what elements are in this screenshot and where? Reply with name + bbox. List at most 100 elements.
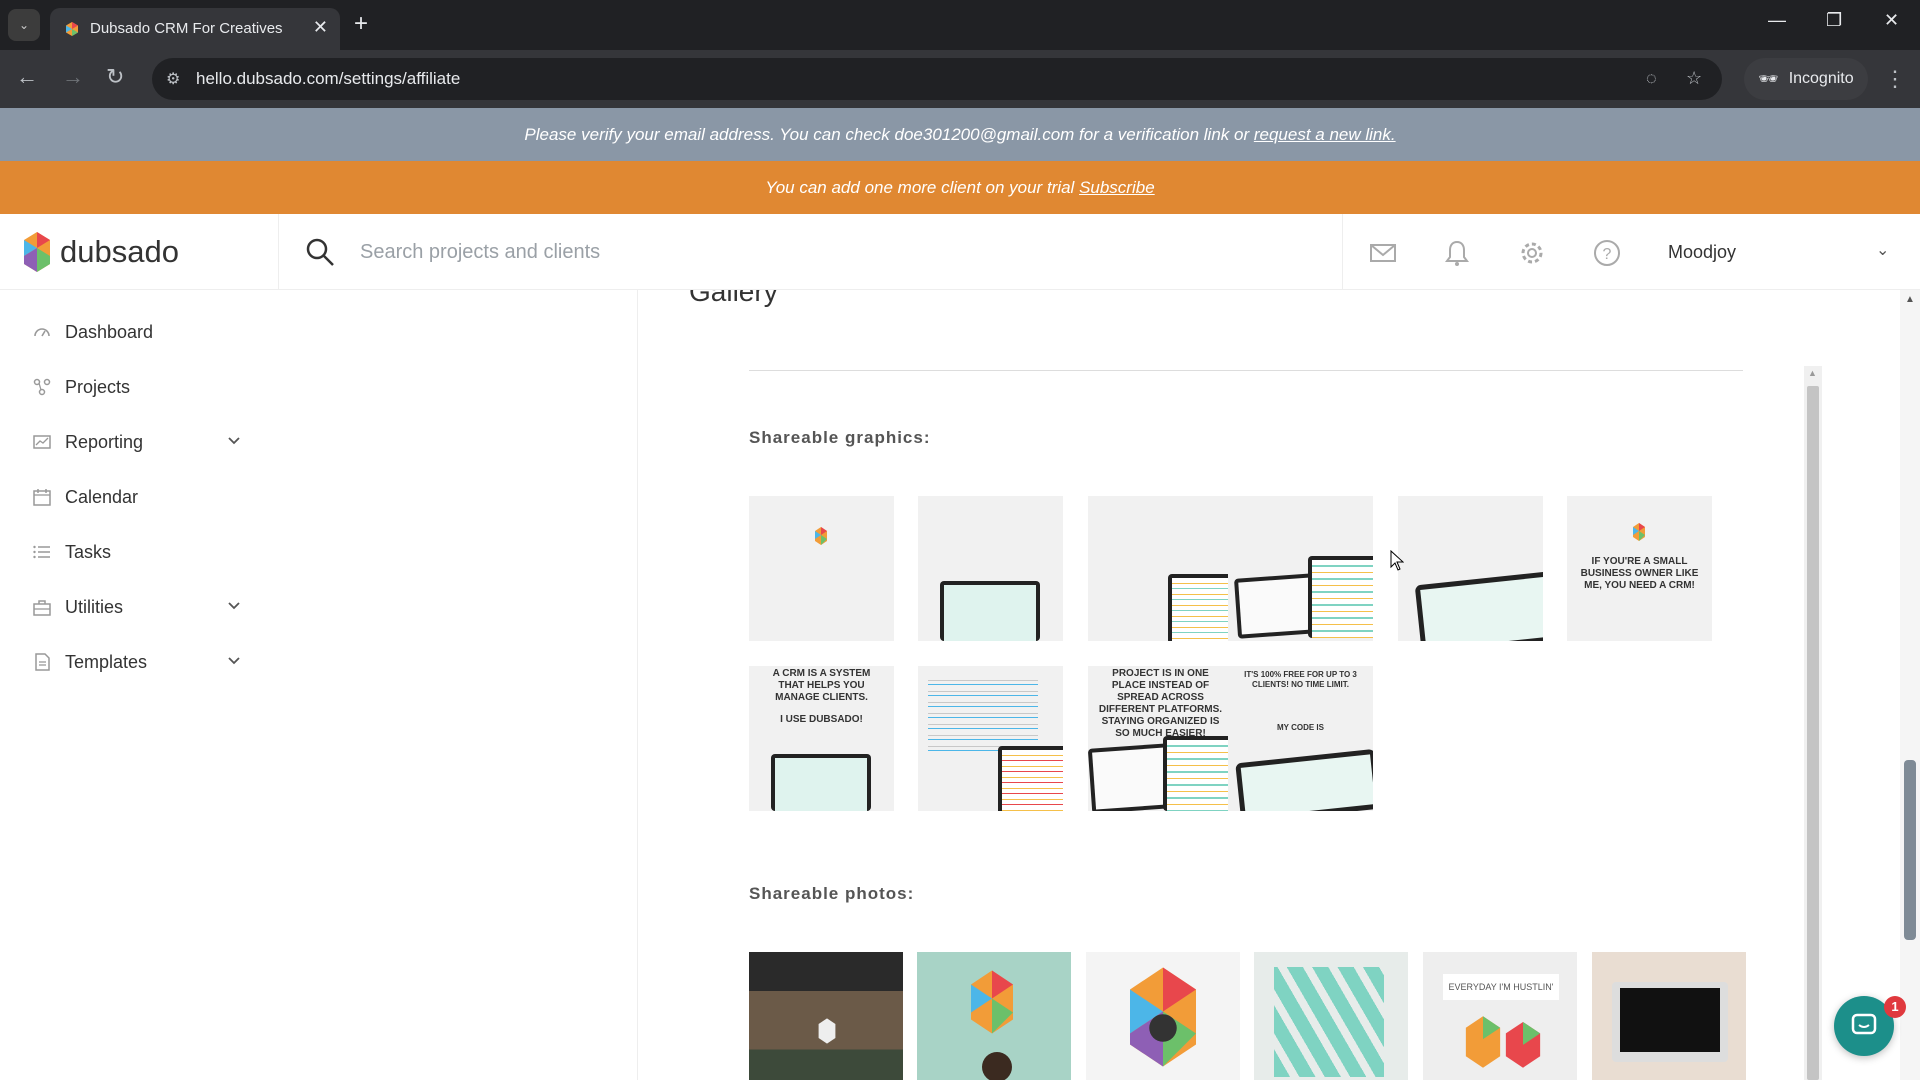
- laptop-image: [1612, 982, 1728, 1062]
- address-bar[interactable]: ⚙ hello.dubsado.com/settings/affiliate ◌…: [152, 58, 1722, 100]
- shareable-graphic-4[interactable]: [1228, 496, 1373, 641]
- shareable-photo-1[interactable]: [749, 952, 903, 1080]
- logo-text: dubsado: [60, 234, 179, 269]
- search-icon[interactable]: [304, 236, 336, 268]
- bookmark-star-icon[interactable]: ☆: [1686, 68, 1702, 89]
- eye-off-icon[interactable]: ◌: [1646, 68, 1657, 89]
- chat-icon: [1851, 1013, 1877, 1035]
- scroll-up-icon[interactable]: ▲: [1808, 368, 1817, 378]
- shareable-graphic-8[interactable]: [918, 666, 1063, 811]
- shareable-photo-2[interactable]: [917, 952, 1071, 1080]
- chevron-down-icon[interactable]: [226, 652, 242, 668]
- laptop-image: [771, 754, 871, 811]
- graphic-caption: IT'S 100% FREE FOR UP TO 3 CLIENTS! NO T…: [1244, 670, 1357, 689]
- user-menu-chevron-icon[interactable]: ⌄: [1876, 240, 1889, 260]
- user-name[interactable]: Moodjoy: [1668, 242, 1736, 263]
- sidebar-item-utilities[interactable]: Utilities: [32, 589, 242, 625]
- incognito-icon: 🕶: [1758, 71, 1779, 88]
- reporting-icon: [33, 435, 51, 449]
- sidebar: Dashboard Projects Reporting Calendar Ta…: [0, 290, 638, 1080]
- shareable-graphics-label: Shareable graphics:: [749, 428, 931, 447]
- verify-email-banner: Please verify your email address. You ca…: [0, 108, 1920, 161]
- shareable-photo-6[interactable]: [1592, 952, 1746, 1080]
- gallery-scrollbar[interactable]: ▲: [1804, 366, 1822, 1080]
- browser-tab[interactable]: Dubsado CRM For Creatives ✕: [50, 8, 340, 50]
- shareable-graphic-1[interactable]: [749, 496, 894, 641]
- dubsado-favicon-icon: [66, 22, 78, 36]
- restore-icon[interactable]: ❐: [1826, 10, 1842, 31]
- sidebar-item-label: Templates: [65, 651, 148, 672]
- dubsado-logo-icon: [1633, 523, 1645, 541]
- shareable-photos-label: Shareable photos:: [749, 884, 915, 903]
- tab-search-button[interactable]: ⌄: [8, 9, 40, 41]
- calendar-icon: [33, 489, 51, 506]
- scroll-up-icon[interactable]: ▲: [1905, 294, 1915, 305]
- bullet-text-graphic: [928, 674, 1038, 754]
- graphic-subcaption: I USE DUBSADO!: [780, 714, 863, 725]
- incognito-indicator[interactable]: 🕶 Incognito: [1744, 58, 1868, 100]
- shareable-photo-5[interactable]: EVERYDAY I'M HUSTLIN': [1423, 952, 1577, 1080]
- mail-icon[interactable]: [1368, 238, 1398, 268]
- url-text[interactable]: hello.dubsado.com/settings/affiliate: [196, 69, 460, 89]
- scroll-thumb[interactable]: [1807, 386, 1819, 1080]
- new-tab-button[interactable]: +: [354, 10, 368, 38]
- chevron-down-icon[interactable]: [226, 432, 242, 448]
- back-icon[interactable]: ←: [16, 65, 38, 89]
- laptop-image: [940, 581, 1040, 641]
- shareable-graphic-3[interactable]: [1088, 496, 1233, 641]
- dubsado-logo-icon: [971, 970, 1013, 1034]
- graphic-caption: IF YOU'RE A SMALL BUSINESS OWNER LIKE ME…: [1580, 556, 1699, 591]
- forward-icon[interactable]: →: [62, 65, 84, 89]
- window-close-icon[interactable]: ✕: [1884, 10, 1899, 31]
- svg-text:?: ?: [1603, 246, 1612, 263]
- page-scrollbar[interactable]: ▲: [1900, 290, 1920, 1080]
- templates-icon: [35, 653, 50, 671]
- tasks-icon: [33, 545, 50, 559]
- sidebar-item-projects[interactable]: Projects: [32, 369, 242, 405]
- mouse-cursor-icon: [1390, 550, 1404, 571]
- dubsado-logo-icon: [818, 1018, 836, 1044]
- subscribe-link[interactable]: Subscribe: [1079, 178, 1155, 197]
- notification-bell-icon[interactable]: [1442, 238, 1472, 268]
- search-input[interactable]: [360, 236, 1260, 268]
- site-info-icon[interactable]: ⚙: [166, 69, 180, 89]
- reload-icon[interactable]: ↻: [106, 65, 124, 89]
- tablet-image: [1235, 748, 1373, 811]
- settings-gear-icon[interactable]: [1517, 238, 1547, 268]
- dubsado-logo-icon: [1465, 1016, 1541, 1068]
- sidebar-item-reporting[interactable]: Reporting: [32, 424, 242, 460]
- shareable-photo-4[interactable]: [1254, 952, 1408, 1080]
- chevron-down-icon[interactable]: [226, 597, 242, 613]
- sidebar-item-dashboard[interactable]: Dashboard: [32, 314, 242, 350]
- pens-image: [1274, 967, 1384, 1077]
- sidebar-item-calendar[interactable]: Calendar: [32, 479, 242, 515]
- sidebar-item-tasks[interactable]: Tasks: [32, 534, 242, 570]
- browser-menu-icon[interactable]: ⋮: [1884, 66, 1906, 92]
- request-new-link[interactable]: request a new link.: [1254, 125, 1396, 144]
- shareable-graphic-9[interactable]: PROJECT IS IN ONE PLACE INSTEAD OF SPREA…: [1088, 666, 1233, 811]
- minimize-icon[interactable]: —: [1768, 10, 1786, 31]
- sidebar-item-label: Reporting: [65, 431, 144, 452]
- browser-tab-bar: ⌄ Dubsado CRM For Creatives ✕ + — ❐ ✕: [0, 0, 1920, 50]
- sidebar-item-label: Dashboard: [65, 321, 154, 342]
- tab-title: Dubsado CRM For Creatives: [90, 20, 283, 37]
- dubsado-logo[interactable]: dubsado: [22, 228, 179, 276]
- graphic-subcaption: MY CODE IS: [1277, 723, 1324, 732]
- header-divider: [278, 214, 279, 290]
- shareable-graphic-10[interactable]: IT'S 100% FREE FOR UP TO 3 CLIENTS! NO T…: [1228, 666, 1373, 811]
- shareable-graphic-2[interactable]: [918, 496, 1063, 641]
- tablet-image: [1168, 574, 1233, 641]
- shareable-graphic-6[interactable]: IF YOU'RE A SMALL BUSINESS OWNER LIKE ME…: [1567, 496, 1712, 641]
- tablet-image: [1308, 556, 1373, 638]
- tablet-image: [1414, 570, 1543, 641]
- sidebar-item-label: Calendar: [65, 486, 139, 507]
- tablet-image: [1088, 743, 1173, 811]
- sidebar-item-label: Tasks: [65, 541, 112, 562]
- shareable-photo-3[interactable]: [1086, 952, 1240, 1080]
- shareable-graphic-5[interactable]: [1398, 496, 1543, 641]
- scroll-thumb[interactable]: [1904, 760, 1916, 940]
- shareable-graphic-7[interactable]: A CRM IS A SYSTEM THAT HELPS YOU MANAGE …: [749, 666, 894, 811]
- sidebar-item-templates[interactable]: Templates: [32, 644, 242, 680]
- help-icon[interactable]: ?: [1592, 238, 1622, 268]
- tab-close-icon[interactable]: ✕: [313, 17, 328, 38]
